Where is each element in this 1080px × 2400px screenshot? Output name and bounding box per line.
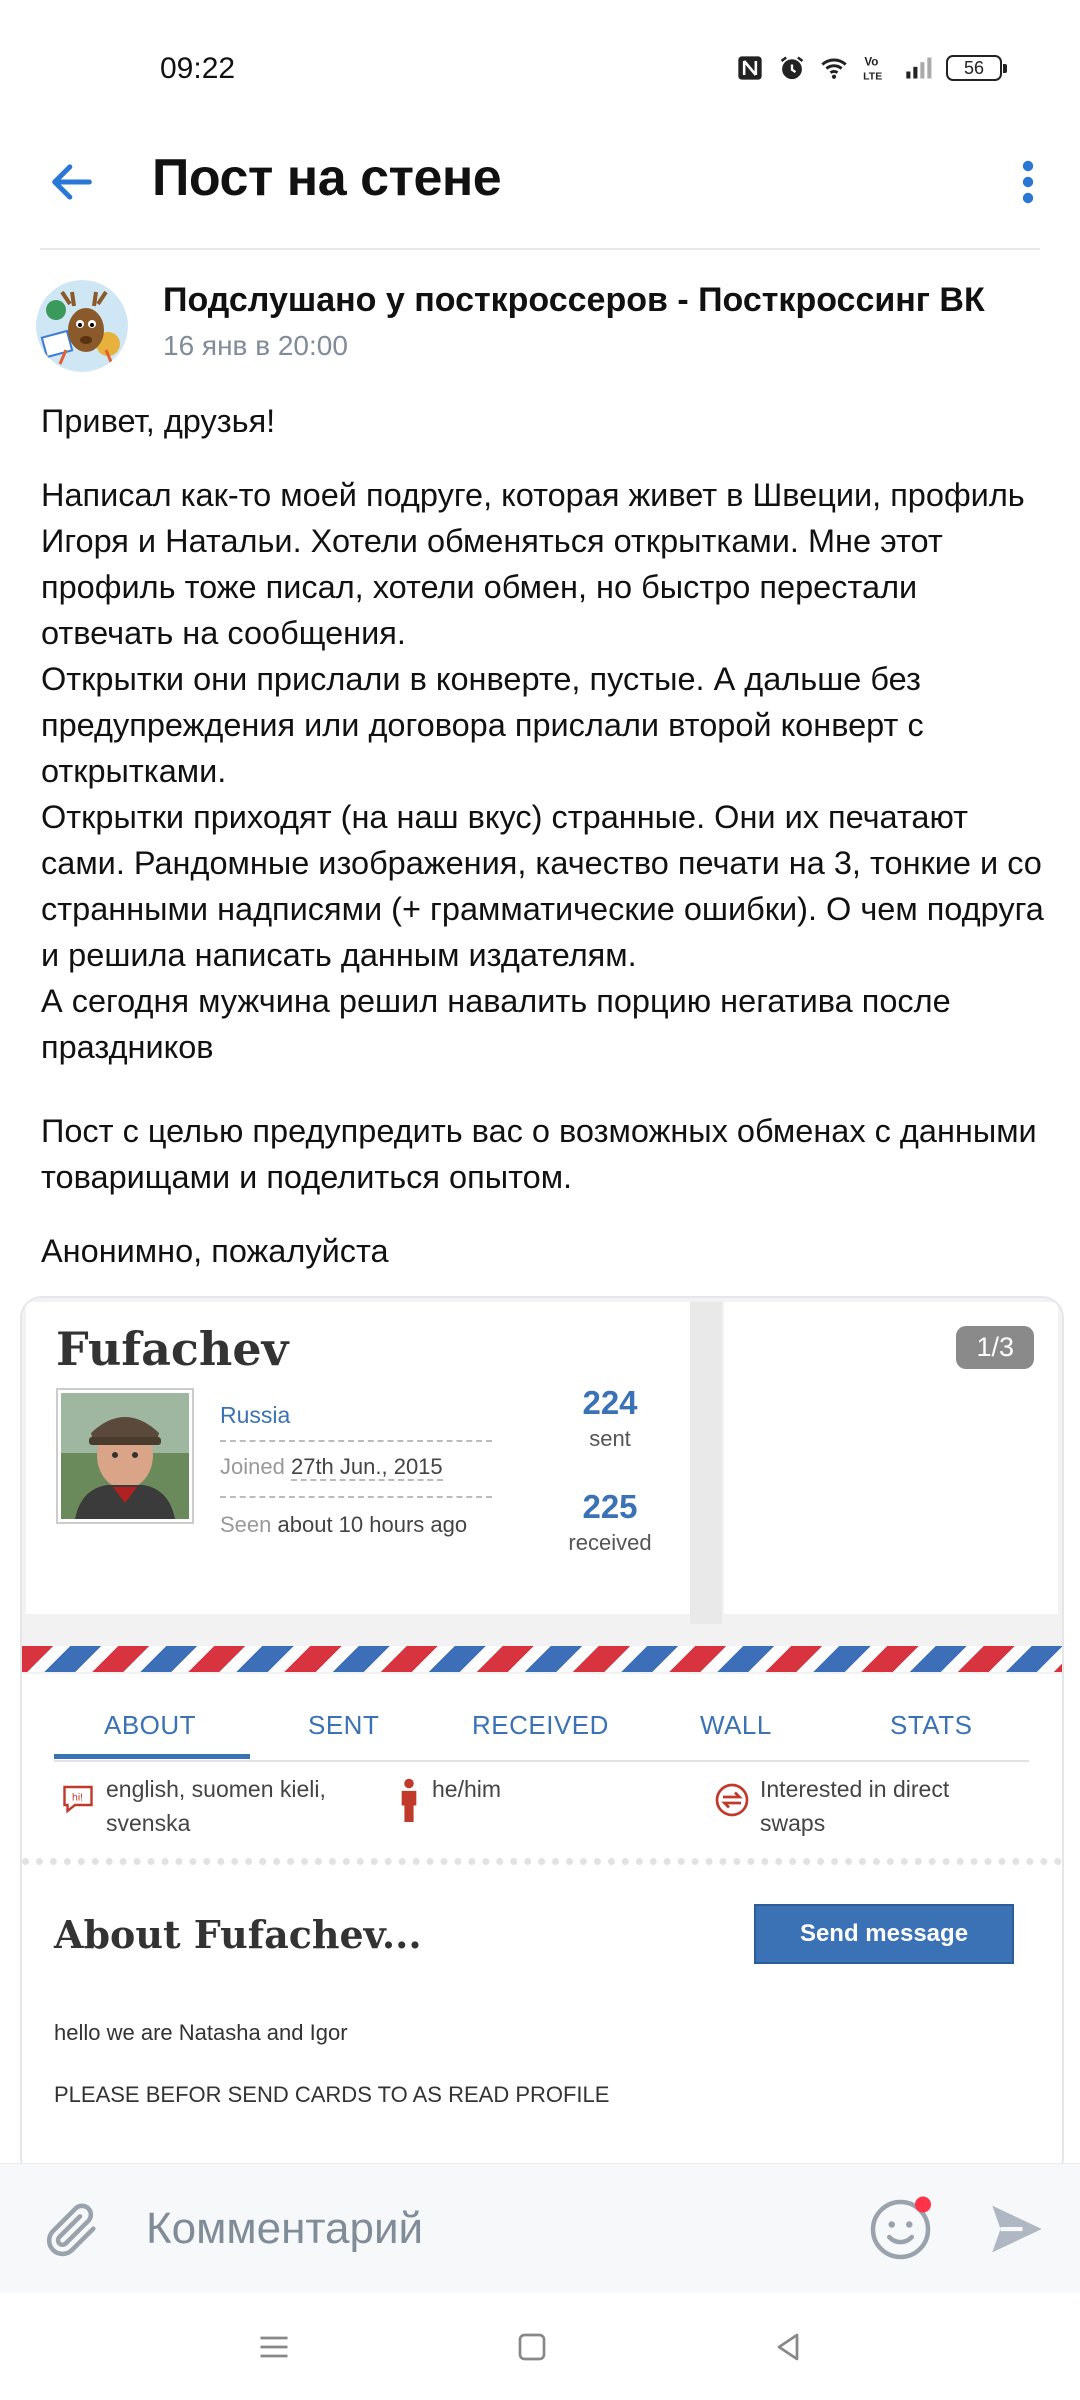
divider: [220, 1496, 492, 1498]
send-button[interactable]: [984, 2196, 1050, 2262]
active-tab-indicator: [54, 1754, 250, 1759]
sent-count: 224: [582, 1384, 638, 1421]
smile-icon: [870, 2196, 931, 2260]
profile-joined: Joined 27th Jun., 2015: [220, 1454, 443, 1481]
square-icon: [518, 2333, 546, 2361]
page-counter-badge: 1/3: [956, 1326, 1034, 1369]
post-paragraph: Пост с целью предупредить вас о возможны…: [41, 1113, 1037, 1195]
comment-input[interactable]: [146, 2199, 846, 2259]
battery-icon: 56: [946, 55, 1007, 81]
post-paragraph: Привет, друзья!: [41, 403, 276, 439]
attachment-image: Fufachev Russia Joined 27th Jun., 2015 S…: [22, 1298, 1062, 2178]
svg-text:Vo: Vo: [864, 56, 878, 69]
divider: [220, 1440, 492, 1442]
sent-label: sent: [589, 1426, 631, 1451]
languages: english, suomen kieli, svenska: [106, 1772, 326, 1840]
photo-attachment[interactable]: Fufachev Russia Joined 27th Jun., 2015 S…: [20, 1296, 1064, 2180]
nfc-icon: [738, 56, 762, 80]
back-button[interactable]: [40, 150, 104, 214]
seen-label: Seen: [220, 1512, 272, 1537]
emoji-button[interactable]: [868, 2192, 938, 2262]
swaps-preference: Interested in direct swaps: [760, 1772, 949, 1840]
triangle-back-icon: [777, 2333, 799, 2361]
speech-bubble-icon: hi!: [63, 1785, 93, 1814]
page-title: Пост на стене: [152, 149, 502, 207]
tab-about: ABOUT: [104, 1710, 197, 1740]
svg-text:LTE: LTE: [863, 71, 882, 82]
author-name[interactable]: Подслушано у посткроссеров - Посткроссин…: [163, 281, 985, 320]
alarm-icon: [780, 56, 804, 80]
tab-wall: WALL: [700, 1710, 772, 1740]
swaps-line: Interested in direct: [760, 1776, 950, 1802]
airmail-border: [22, 1646, 1062, 1672]
arrow-left-icon: [52, 164, 92, 200]
profile-spacer: [690, 1302, 722, 1624]
profile-country[interactable]: Russia: [220, 1402, 290, 1429]
joined-label: Joined: [220, 1454, 285, 1479]
swap-icon: [715, 1783, 749, 1817]
profile-seen: Seen about 10 hours ago: [220, 1512, 467, 1538]
languages-line: svenska: [106, 1810, 191, 1836]
header-divider: [40, 248, 1040, 250]
wifi-icon: [821, 58, 847, 79]
received-label: received: [568, 1530, 652, 1555]
post-paragraph: Открытки приходят (на наш вкус) странные…: [41, 799, 1044, 973]
profile-username: Fufachev: [56, 1322, 289, 1376]
status-icons: Vo LTE 56: [736, 54, 1007, 82]
seen-value: about 10 hours ago: [277, 1512, 468, 1537]
tabs-divider: [54, 1760, 1029, 1762]
tab-sent: SENT: [308, 1710, 380, 1740]
about-text: hello we are Natasha and Igor: [54, 2020, 348, 2045]
about-title: About Fufachev...: [54, 1912, 422, 1957]
send-icon: [992, 2205, 1042, 2253]
joined-date: 27th Jun., 2015: [290, 1454, 443, 1481]
tab-received: RECEIVED: [472, 1710, 609, 1740]
volte-icon: Vo LTE: [863, 56, 882, 82]
author-avatar[interactable]: [36, 280, 128, 372]
post-date: 16 янв в 20:00: [163, 330, 348, 361]
menu-icon: [260, 2336, 288, 2358]
signal-icon: [906, 57, 932, 79]
post-paragraph: Открытки они прислали в конверте, пустые…: [41, 661, 924, 789]
post-text: Привет, друзья! Написал как-то моей подр…: [41, 398, 1051, 1274]
recent-apps-button[interactable]: [244, 2322, 304, 2372]
more-options-button[interactable]: [1000, 150, 1056, 214]
svg-text:hi!: hi!: [72, 1792, 83, 1804]
post-paragraph: Анонимно, пожалуйста: [41, 1233, 389, 1269]
person-icon: [401, 1778, 417, 1822]
back-nav-button[interactable]: [758, 2322, 818, 2372]
profile-photo: [56, 1388, 194, 1524]
dotted-divider: [22, 1858, 1062, 1865]
swaps-line: swaps: [760, 1810, 826, 1836]
about-text: PLEASE BEFOR SEND CARDS TO AS READ PROFI…: [54, 2082, 610, 2107]
profile-content: ABOUT SENT RECEIVED WALL STATS hi! engli…: [22, 1674, 1062, 2178]
received-count: 225: [582, 1488, 638, 1525]
more-vertical-icon: [1022, 160, 1034, 204]
attach-button[interactable]: [40, 2198, 104, 2262]
send-message-button: Send message: [754, 1904, 1014, 1964]
languages-line: english, suomen kieli,: [106, 1776, 326, 1802]
home-button[interactable]: [502, 2322, 562, 2372]
paperclip-icon: [46, 2203, 96, 2257]
profile-card: Fufachev Russia Joined 27th Jun., 2015 S…: [26, 1302, 690, 1614]
post-paragraph: Написал как-то моей подруге, которая жив…: [41, 477, 1025, 651]
pronouns: he/him: [432, 1776, 502, 1802]
post-paragraph: А сегодня мужчина решил навалить порцию …: [41, 983, 951, 1065]
status-time: 09:22: [160, 52, 236, 85]
tab-stats: STATS: [890, 1710, 973, 1740]
